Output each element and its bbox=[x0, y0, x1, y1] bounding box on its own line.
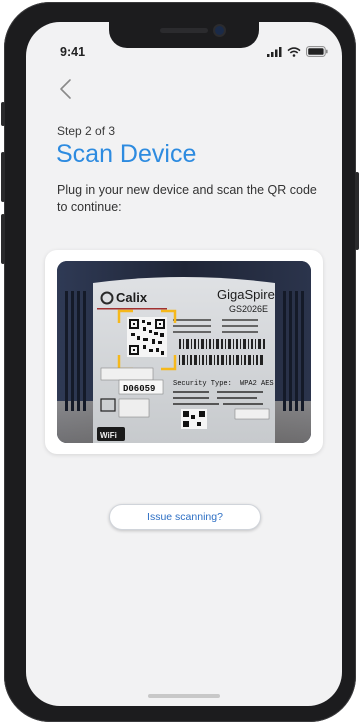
status-icons bbox=[267, 46, 328, 57]
security-type-value: WPA2 AES bbox=[240, 380, 274, 388]
device-label-code: D06059 bbox=[123, 384, 155, 394]
qr-code bbox=[127, 317, 167, 357]
security-type-label: Security Type: bbox=[173, 380, 232, 388]
volume-down-button bbox=[1, 214, 5, 264]
wifi-icon bbox=[287, 46, 301, 57]
page-title: Scan Device bbox=[56, 140, 197, 168]
device-label-photo: Calix GigaSpire GS2026E D06059 Security … bbox=[57, 261, 311, 443]
notch bbox=[109, 22, 259, 48]
front-camera bbox=[215, 26, 224, 35]
back-button[interactable] bbox=[54, 77, 78, 101]
speaker bbox=[160, 28, 208, 33]
bottom-qr bbox=[181, 409, 207, 429]
issue-scanning-button[interactable]: Issue scanning? bbox=[109, 504, 261, 530]
chevron-left-icon bbox=[60, 79, 71, 99]
screen: 9:41 Step 2 of 3 Scan Device Plug in you… bbox=[26, 22, 342, 706]
device-brand: Calix bbox=[116, 290, 148, 305]
home-indicator bbox=[148, 694, 220, 698]
power-button bbox=[355, 172, 359, 250]
scanner-card: Calix GigaSpire GS2026E D06059 Security … bbox=[45, 250, 323, 454]
wifi-logo-text: WiFi bbox=[100, 431, 117, 440]
device-model-number: GS2026E bbox=[229, 304, 268, 314]
mute-switch bbox=[1, 102, 5, 126]
phone-frame: 9:41 Step 2 of 3 Scan Device Plug in you… bbox=[1, 2, 359, 722]
battery-icon bbox=[306, 46, 328, 57]
status-time: 9:41 bbox=[60, 45, 86, 59]
instructions-text: Plug in your new device and scan the QR … bbox=[57, 183, 317, 214]
volume-up-button bbox=[1, 152, 5, 202]
device-model-name: GigaSpire bbox=[217, 287, 275, 302]
camera-viewfinder[interactable]: Calix GigaSpire GS2026E D06059 Security … bbox=[57, 261, 311, 443]
step-indicator: Step 2 of 3 bbox=[57, 124, 116, 138]
signal-icon bbox=[267, 46, 282, 57]
